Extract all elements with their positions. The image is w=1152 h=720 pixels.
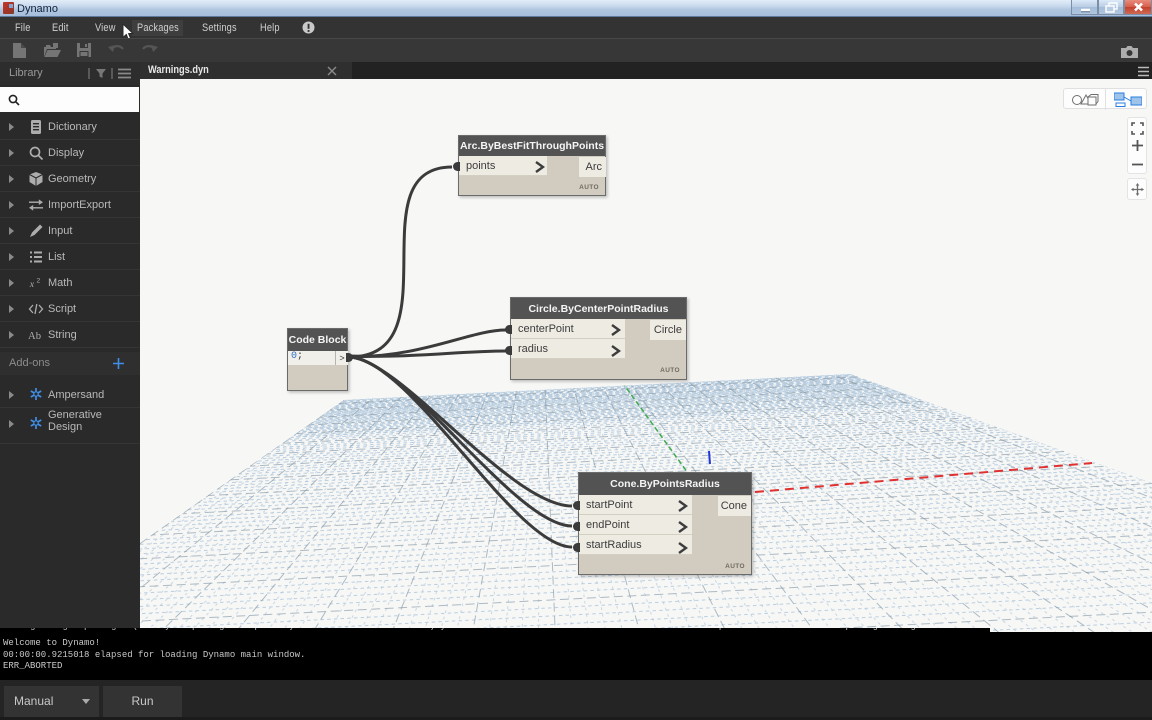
svg-text:x: x — [29, 279, 35, 290]
svg-text:2: 2 — [36, 278, 40, 285]
svg-text:Ab: Ab — [28, 331, 41, 342]
